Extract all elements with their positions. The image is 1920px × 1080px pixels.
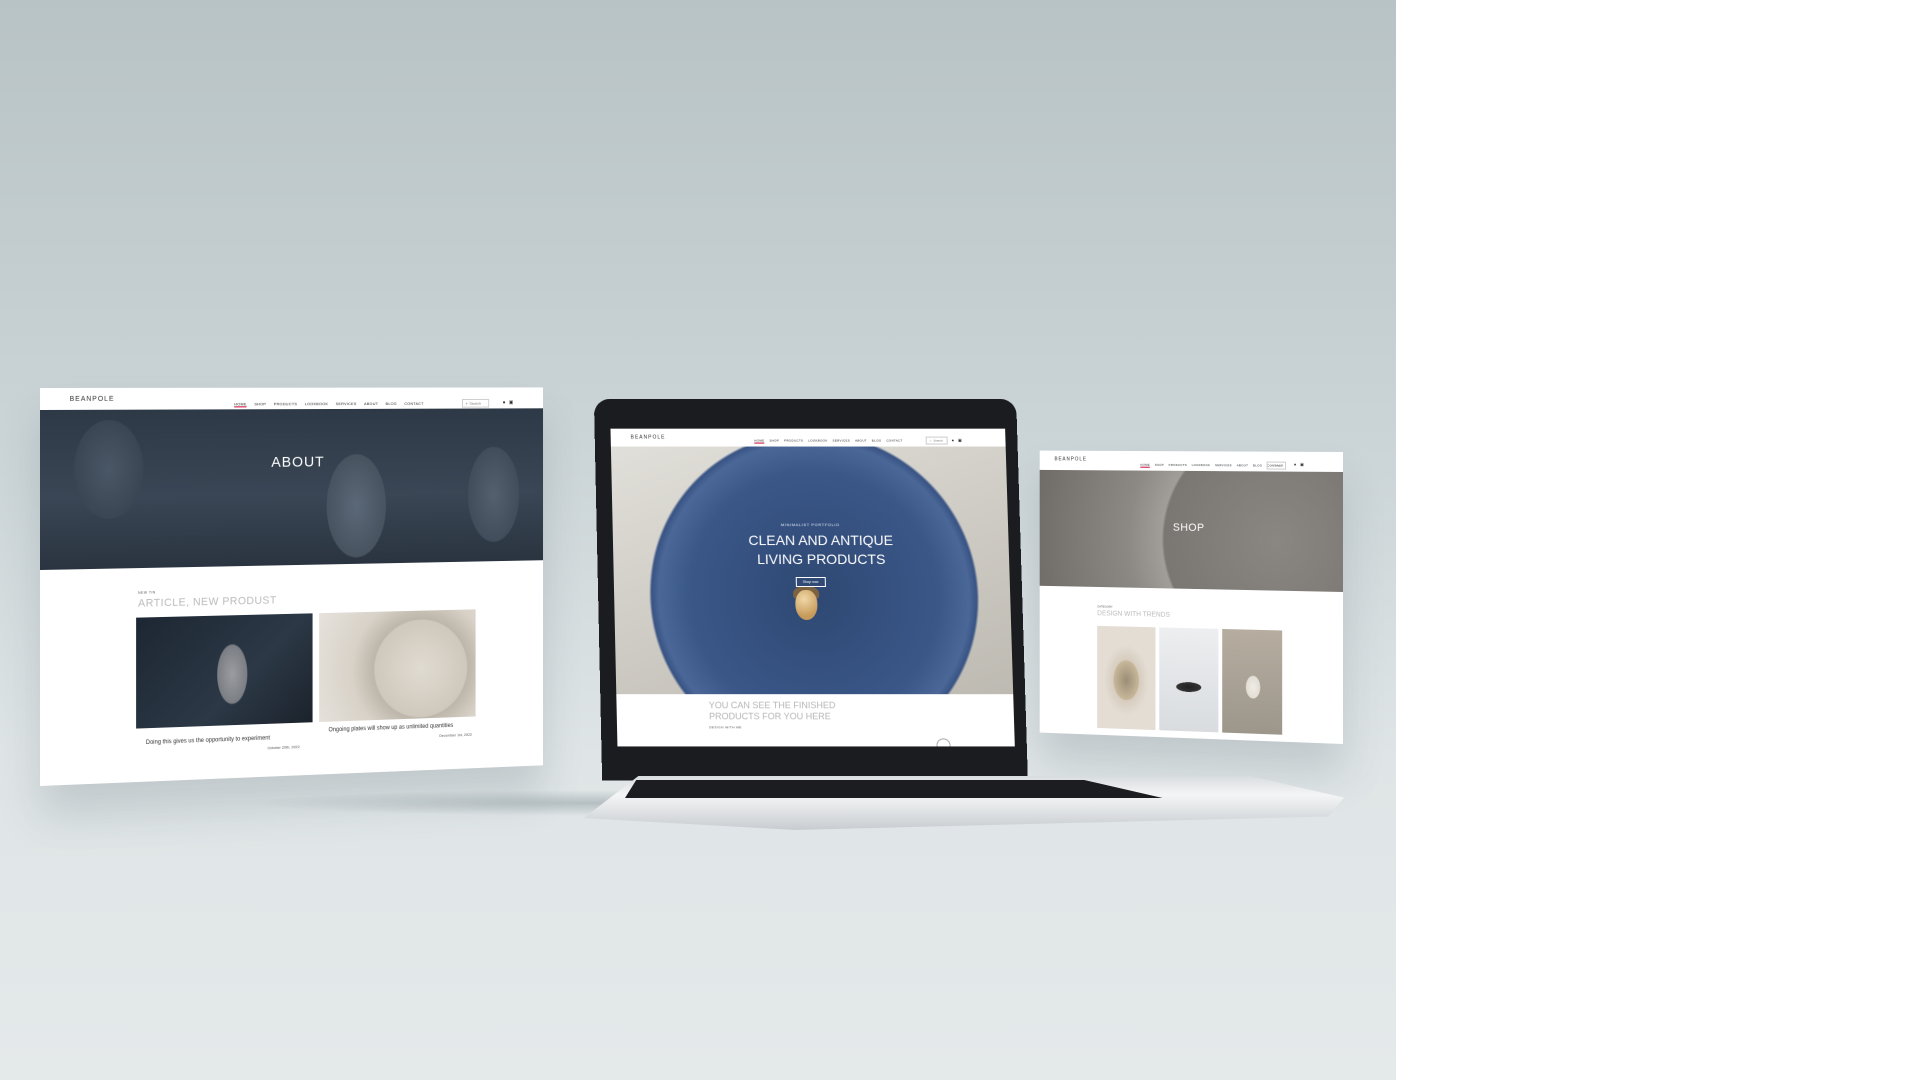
nav-shop[interactable]: SHOP bbox=[254, 401, 266, 407]
article-image-pitcher[interactable] bbox=[136, 613, 313, 729]
article-image-plates[interactable] bbox=[319, 609, 476, 723]
nav-menu: HOME SHOP PRODUCTS LOOKBOOK SERVICES ABO… bbox=[234, 401, 424, 408]
tagline-line: YOU CAN SEE THE FINISHED bbox=[708, 700, 836, 711]
scroll-indicator[interactable] bbox=[936, 738, 951, 747]
section-kicker: CATEGORY bbox=[1097, 604, 1113, 609]
nav-lookbook[interactable]: LOOKBOOK bbox=[808, 439, 827, 444]
nav-menu: HOME SHOP PRODUCTS LOOKBOOK SERVICES ABO… bbox=[1140, 462, 1283, 469]
logo[interactable]: BEANPOLE bbox=[631, 435, 666, 441]
product-image-bowl[interactable] bbox=[1097, 625, 1156, 731]
nav-menu: HOME SHOP PRODUCTS LOOKBOOK SERVICES ABO… bbox=[754, 438, 903, 444]
acorn-image bbox=[795, 589, 818, 621]
nav-about[interactable]: ABOUT bbox=[855, 439, 867, 444]
cart-icon[interactable]: ▣ bbox=[958, 438, 962, 443]
nav-about[interactable]: ABOUT bbox=[364, 401, 378, 407]
user-icon[interactable]: ● bbox=[503, 400, 506, 406]
nav-lookbook[interactable]: LOOKBOOK bbox=[1192, 463, 1211, 468]
nav-services[interactable]: SERVICES bbox=[833, 439, 851, 444]
user-icon[interactable]: ● bbox=[1294, 462, 1296, 467]
nav-home[interactable]: HOME bbox=[234, 401, 247, 408]
tagline: YOU CAN SEE THE FINISHED PRODUCTS FOR YO… bbox=[709, 700, 836, 722]
header-icons: ● ▣ bbox=[503, 400, 514, 406]
nav-services[interactable]: SERVICES bbox=[336, 401, 357, 407]
tagline-sub: DESIGN WITH ME bbox=[709, 725, 742, 730]
nav-home[interactable]: HOME bbox=[754, 438, 765, 444]
product-image-cups[interactable] bbox=[1222, 628, 1283, 735]
article-date: October 20th, 2022 bbox=[267, 744, 300, 751]
nav-blog[interactable]: BLOG bbox=[386, 401, 397, 407]
nav-blog[interactable]: BLOG bbox=[1253, 463, 1262, 468]
search-placeholder: Search bbox=[1274, 463, 1284, 468]
tagline-line: PRODUCTS FOR YOU HERE bbox=[708, 711, 831, 722]
search-placeholder: Search bbox=[469, 400, 481, 406]
product-image-stand[interactable] bbox=[1159, 627, 1219, 733]
logo[interactable]: BEANPOLE bbox=[1054, 456, 1086, 462]
search-placeholder: Search bbox=[933, 438, 943, 443]
nav-home[interactable]: HOME bbox=[1140, 462, 1150, 468]
search-input[interactable]: ⌕ Search bbox=[1266, 461, 1287, 470]
search-icon: ⌕ bbox=[1270, 463, 1273, 468]
nav-blog[interactable]: BLOG bbox=[872, 439, 882, 444]
header-icons: ● ▣ bbox=[952, 438, 962, 443]
about-page-screen: BEANPOLE HOME SHOP PRODUCTS LOOKBOOK SER… bbox=[40, 387, 544, 786]
about-hero-image bbox=[40, 408, 544, 570]
search-input[interactable]: ⌕ Search bbox=[462, 398, 490, 408]
section-kicker: NEW TIN bbox=[138, 590, 156, 595]
nav-about[interactable]: ABOUT bbox=[1237, 463, 1248, 468]
nav-shop[interactable]: SHOP bbox=[769, 439, 779, 444]
cart-icon[interactable]: ▣ bbox=[1300, 462, 1304, 467]
laptop-screen: BEANPOLE HOME SHOP PRODUCTS LOOKBOOK SER… bbox=[610, 428, 1015, 747]
nav-contact[interactable]: CONTACT bbox=[886, 439, 902, 444]
user-icon[interactable]: ● bbox=[952, 438, 955, 443]
hero-title: CLEAN AND ANTIQUE LIVING PRODUCTS bbox=[748, 532, 894, 568]
shop-page-screen: BEANPOLE HOME SHOP PRODUCTS LOOKBOOK SER… bbox=[1039, 450, 1343, 744]
section-title: ARTICLE, NEW PRODUST bbox=[138, 594, 277, 610]
nav-contact[interactable]: CONTACT bbox=[404, 401, 423, 407]
home-header: BEANPOLE HOME SHOP PRODUCTS LOOKBOOK SER… bbox=[610, 428, 1006, 449]
search-input[interactable]: ⌕ Search bbox=[925, 436, 948, 445]
home-hero-image bbox=[610, 446, 1014, 695]
article-date: December 1st, 2022 bbox=[439, 731, 473, 738]
nav-products[interactable]: PRODUCTS bbox=[784, 439, 803, 444]
article-title[interactable]: Ongoing plates will show up as unlimited… bbox=[328, 723, 453, 733]
nav-services[interactable]: SERVICES bbox=[1215, 463, 1232, 468]
section-title: DESIGN WITH TRENDS bbox=[1097, 610, 1170, 619]
header-icons: ● ▣ bbox=[1294, 462, 1304, 467]
cart-icon[interactable]: ▣ bbox=[509, 400, 513, 406]
search-icon: ⌕ bbox=[929, 438, 932, 443]
nav-products[interactable]: PRODUCTS bbox=[274, 401, 297, 407]
nav-products[interactable]: PRODUCTS bbox=[1169, 463, 1187, 468]
laptop-lid: BEANPOLE HOME SHOP PRODUCTS LOOKBOOK SER… bbox=[593, 398, 1028, 781]
nav-shop[interactable]: SHOP bbox=[1155, 463, 1164, 468]
logo[interactable]: BEANPOLE bbox=[70, 396, 115, 403]
article-title[interactable]: Doing this gives us the opportunity to e… bbox=[146, 736, 270, 747]
nav-lookbook[interactable]: LOOKBOOK bbox=[305, 401, 328, 407]
search-icon: ⌕ bbox=[465, 400, 468, 406]
shop-now-button[interactable]: Shop now bbox=[795, 577, 826, 588]
hero-eyebrow: MINIMALIST PORTFOLIO bbox=[780, 522, 840, 528]
